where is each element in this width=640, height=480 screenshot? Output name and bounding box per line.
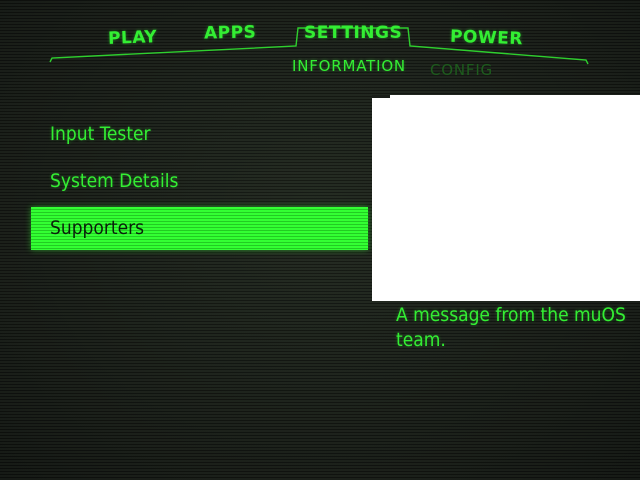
preview-image-corner	[372, 95, 390, 98]
subtab-config[interactable]: CONFIG	[430, 61, 493, 79]
tab-play[interactable]: PLAY	[108, 27, 158, 49]
menu-item-supporters[interactable]: Supporters	[31, 207, 368, 250]
preview-image	[372, 95, 640, 301]
tab-settings[interactable]: SETTINGS	[304, 23, 402, 43]
menu-item-label: Supporters	[50, 217, 145, 239]
tab-power[interactable]: POWER	[450, 27, 524, 50]
item-description: A message from the muOS team.	[396, 304, 626, 351]
subtab-information[interactable]: INFORMATION	[292, 57, 406, 75]
menu-item-input-tester[interactable]: Input Tester	[50, 123, 151, 145]
menu-item-system-details[interactable]: System Details	[50, 170, 178, 192]
tab-apps[interactable]: APPS	[204, 23, 257, 44]
